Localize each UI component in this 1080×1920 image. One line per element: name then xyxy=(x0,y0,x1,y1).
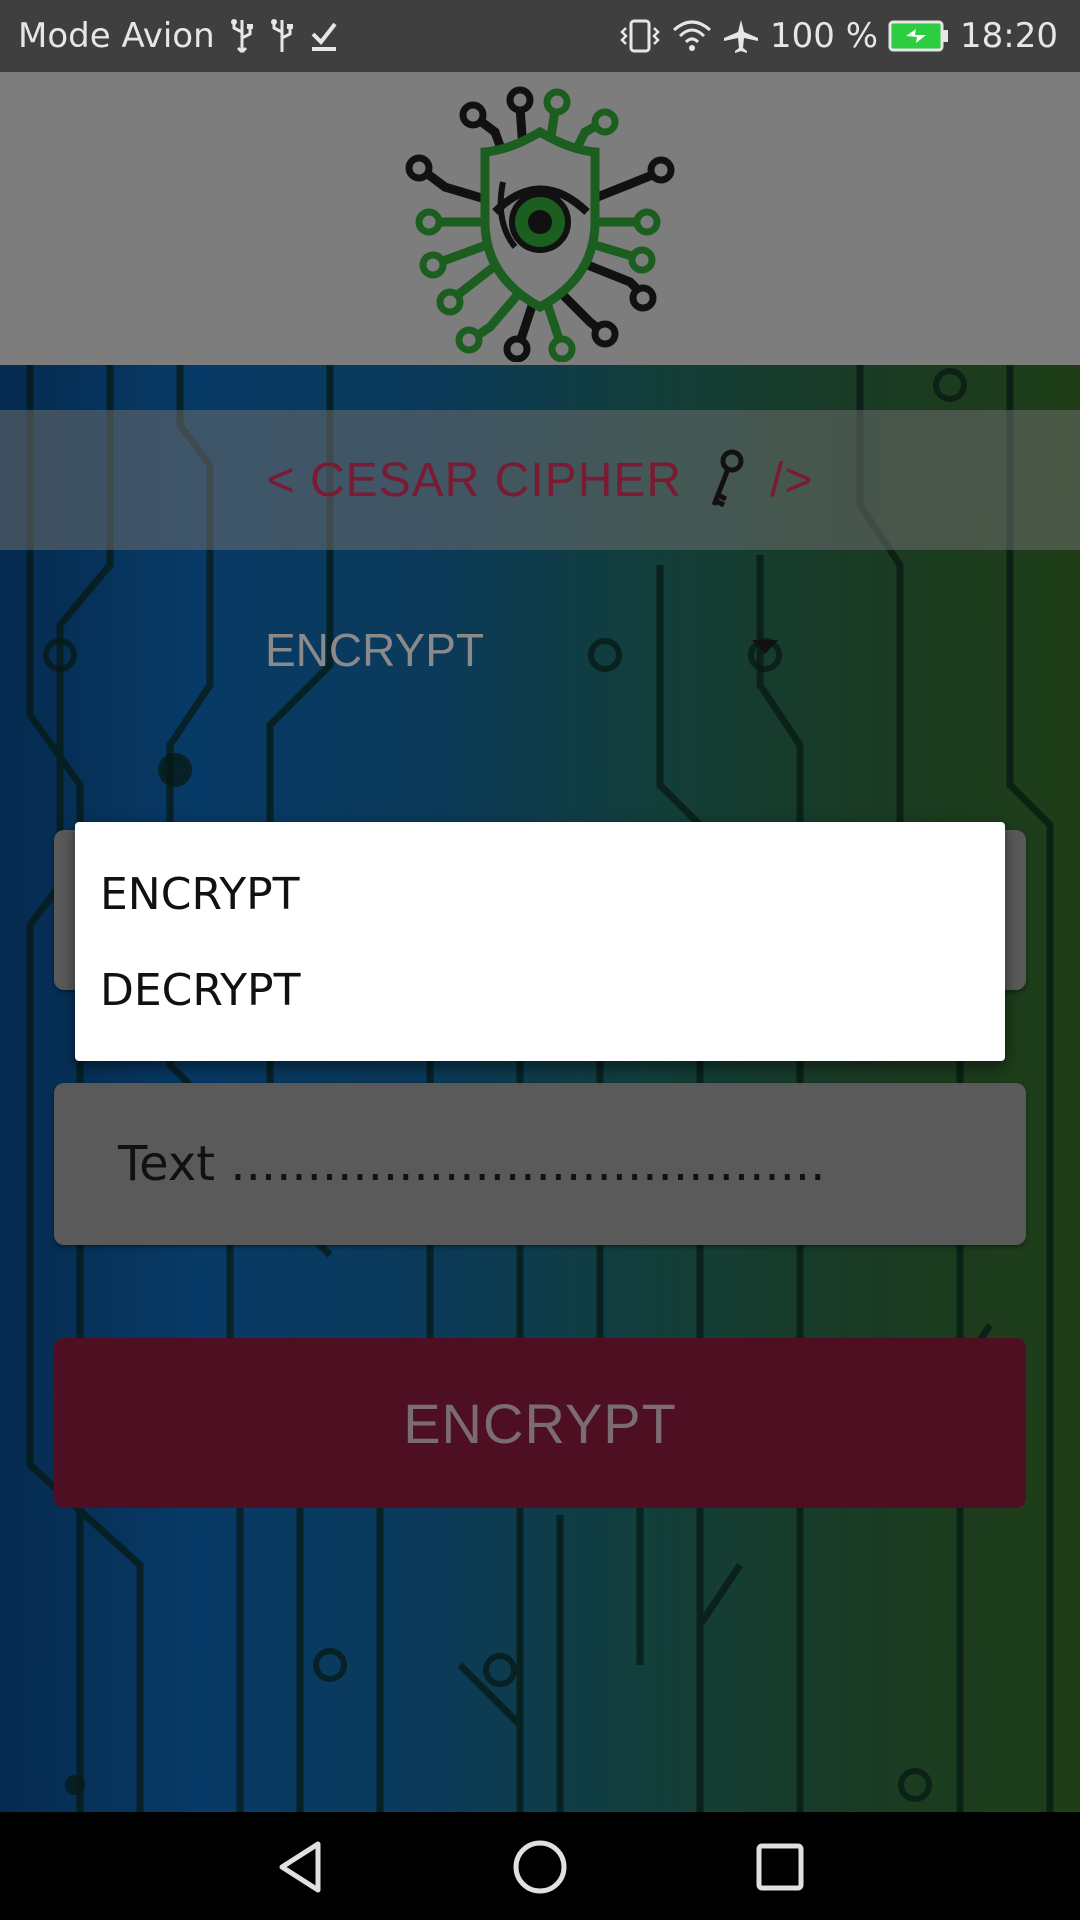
recents-icon[interactable] xyxy=(749,1836,811,1898)
key-icon xyxy=(704,449,748,511)
app-title: < CESAR CIPHER /> xyxy=(0,410,1080,550)
dropdown-option-decrypt[interactable]: DECRYPT xyxy=(75,943,1005,1038)
mode-spinner[interactable]: ENCRYPT xyxy=(200,600,800,700)
app-screen: Mode Avion 100 % 18:20 < CESAR CIPHER />… xyxy=(0,0,1080,1920)
text-input-placeholder: Text ...................................… xyxy=(118,1136,826,1192)
dropdown-option-label: DECRYPT xyxy=(100,965,301,1016)
wifi-icon xyxy=(672,18,712,54)
vibrate-icon xyxy=(618,18,662,54)
dropdown-option-label: ENCRYPT xyxy=(100,869,300,920)
airplane-icon xyxy=(722,18,760,54)
back-icon[interactable] xyxy=(270,1836,332,1898)
usb-icon xyxy=(269,18,295,54)
status-bar: Mode Avion 100 % 18:20 xyxy=(0,0,1080,72)
mode-spinner-value: ENCRYPT xyxy=(265,624,484,676)
chevron-down-icon[interactable] xyxy=(752,640,778,654)
title-suffix: /> xyxy=(770,453,814,507)
cyber-eye-shield-logo xyxy=(405,86,675,362)
carrier-label: Mode Avion xyxy=(18,16,215,56)
battery-level: 100 % xyxy=(770,16,879,56)
text-input-field[interactable]: Text ...................................… xyxy=(54,1083,1026,1245)
encrypt-button[interactable]: ENCRYPT xyxy=(54,1338,1026,1508)
dropdown-option-encrypt[interactable]: ENCRYPT xyxy=(75,847,1005,942)
title-text: < CESAR CIPHER xyxy=(266,453,683,507)
usb-icon xyxy=(229,18,255,54)
download-done-icon xyxy=(309,18,339,54)
home-icon[interactable] xyxy=(509,1836,571,1898)
battery-charging-icon xyxy=(888,20,950,52)
clock: 18:20 xyxy=(960,16,1058,56)
